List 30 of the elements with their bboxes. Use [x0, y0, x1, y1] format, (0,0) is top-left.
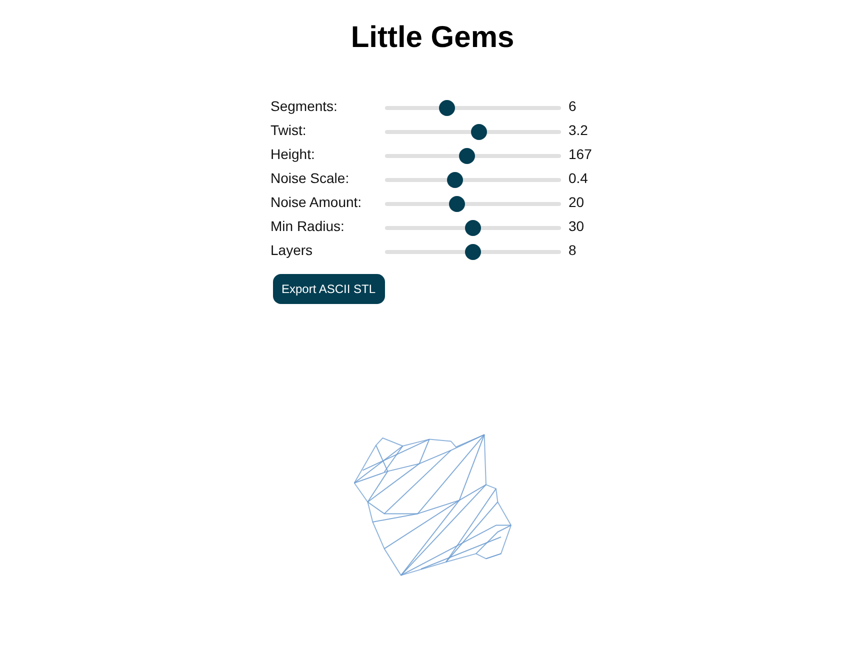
slider-label: Twist: [270, 121, 308, 139]
slider-thumb[interactable] [464, 244, 480, 260]
export-button[interactable]: Export ASCII STL [272, 274, 385, 304]
slider[interactable] [384, 244, 560, 260]
slider-value: 30 [568, 217, 584, 235]
slider-value: 6 [568, 97, 576, 115]
slider[interactable] [384, 148, 560, 164]
slider-value: 8 [568, 241, 576, 259]
slider[interactable] [384, 220, 560, 236]
slider-thumb[interactable] [470, 124, 487, 140]
slider-thumb[interactable] [438, 100, 455, 116]
slider-label: Noise Scale: [270, 169, 350, 187]
slider-thumb[interactable] [458, 148, 475, 164]
slider-label: Min Radius: [270, 217, 346, 235]
slider-thumb[interactable] [464, 220, 480, 236]
slider-label: Segments: [270, 97, 338, 115]
slider-value: 0.4 [568, 169, 588, 187]
slider[interactable] [384, 196, 560, 212]
slider-label: Noise Amount: [270, 193, 363, 211]
slider-value: 20 [568, 193, 584, 211]
slider[interactable] [384, 124, 560, 140]
slider[interactable] [384, 100, 560, 116]
slider-value: 3.2 [568, 121, 588, 139]
slider-label: Layers [270, 241, 314, 259]
slider-value: 167 [568, 145, 592, 163]
slider-label: Height: [270, 145, 316, 163]
slider-thumb[interactable] [446, 172, 463, 188]
slider-thumb[interactable] [448, 196, 464, 212]
page-title: Little Gems [350, 20, 514, 56]
slider[interactable] [384, 172, 560, 188]
